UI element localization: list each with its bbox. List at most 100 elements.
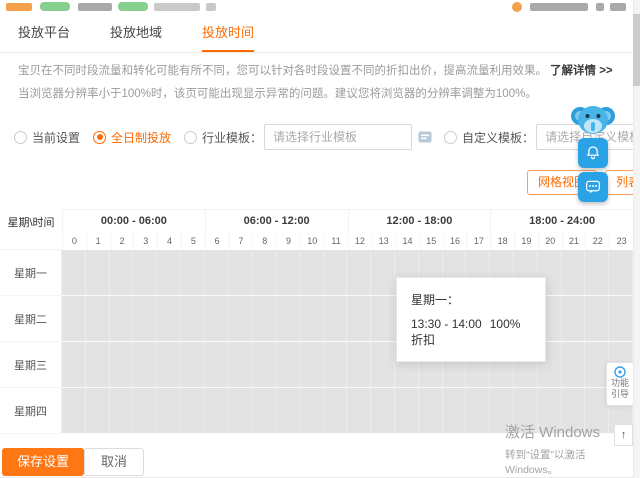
save-settings-button[interactable]: 保存设置	[2, 448, 85, 476]
schedule-corner-cell: 星期\时间	[0, 209, 62, 250]
schedule-cell[interactable]	[62, 342, 86, 388]
schedule-cell[interactable]	[204, 250, 229, 296]
radio-industry-template[interactable]	[184, 130, 198, 144]
schedule-cell[interactable]	[109, 250, 134, 296]
topbar-fragment	[118, 2, 148, 11]
learn-more-link[interactable]: 了解详情 >>	[550, 65, 613, 77]
schedule-cell[interactable]	[371, 388, 396, 434]
schedule-cell[interactable]	[109, 296, 134, 342]
elephant-mascot-icon	[571, 106, 615, 134]
schedule-cell[interactable]	[371, 342, 396, 388]
schedule-cell[interactable]	[133, 388, 158, 434]
schedule-cell[interactable]	[585, 296, 610, 342]
schedule-cell[interactable]	[157, 388, 181, 434]
schedule-cell[interactable]	[85, 250, 110, 296]
tab-time[interactable]: 投放时间	[202, 13, 255, 52]
schedule-cell[interactable]	[204, 388, 229, 434]
schedule-cell[interactable]	[228, 388, 253, 434]
schedule-cell[interactable]	[85, 388, 110, 434]
topbar-fragment	[512, 2, 522, 12]
schedule-cell[interactable]	[180, 388, 205, 434]
back-to-top-button[interactable]: ↑	[614, 424, 633, 446]
schedule-cell[interactable]	[561, 250, 586, 296]
schedule-cell[interactable]	[299, 388, 324, 434]
schedule-cell[interactable]	[609, 296, 633, 342]
industry-template-select[interactable]: 请选择行业模板	[264, 124, 413, 150]
schedule-cell[interactable]	[323, 342, 348, 388]
schedule-cell[interactable]	[276, 342, 300, 388]
schedule-cell[interactable]	[204, 342, 229, 388]
schedule-cell[interactable]	[252, 296, 277, 342]
customer-service-chat-button[interactable]	[578, 172, 608, 202]
schedule-cell[interactable]	[228, 342, 253, 388]
tab-platform[interactable]: 投放平台	[18, 13, 70, 52]
schedule-cell[interactable]	[276, 388, 300, 434]
schedule-cell[interactable]	[347, 250, 372, 296]
template-badge-icon[interactable]	[418, 130, 432, 144]
option-current-setting: 当前设置	[14, 129, 80, 146]
schedule-cell[interactable]	[180, 296, 205, 342]
schedule-cell[interactable]	[442, 388, 467, 434]
hour-label: 21	[561, 232, 586, 250]
cancel-button[interactable]: 取消	[84, 448, 145, 476]
vertical-scrollbar-thumb[interactable]	[633, 14, 640, 86]
tab-bar: 投放平台 投放地域 投放时间	[0, 13, 640, 53]
schedule-cell[interactable]	[180, 250, 205, 296]
schedule-cell[interactable]	[62, 250, 86, 296]
schedule-cell[interactable]	[85, 296, 110, 342]
schedule-cell[interactable]	[204, 296, 229, 342]
schedule-cell[interactable]	[276, 296, 300, 342]
schedule-cell[interactable]	[252, 388, 277, 434]
schedule-cell[interactable]	[347, 342, 372, 388]
schedule-cell[interactable]	[62, 388, 86, 434]
schedule-cell[interactable]	[466, 388, 491, 434]
schedule-cell[interactable]	[418, 388, 443, 434]
schedule-cell[interactable]	[347, 388, 372, 434]
topbar-fragment	[40, 2, 70, 11]
schedule-cell[interactable]	[228, 250, 253, 296]
day-cells	[62, 250, 633, 296]
radio-full-day[interactable]	[93, 130, 107, 144]
schedule-cell[interactable]	[133, 250, 158, 296]
feature-guide-panel[interactable]: 功能 引导	[606, 362, 633, 406]
schedule-cell[interactable]	[371, 250, 396, 296]
schedule-cell[interactable]	[371, 296, 396, 342]
schedule-cell[interactable]	[299, 250, 324, 296]
schedule-cell[interactable]	[62, 296, 86, 342]
schedule-cell[interactable]	[299, 342, 324, 388]
time-group-header: 12:00 - 18:00	[347, 210, 491, 232]
schedule-cell[interactable]	[347, 296, 372, 342]
hour-label: 8	[252, 232, 276, 250]
schedule-cell[interactable]	[299, 296, 324, 342]
schedule-cell[interactable]	[228, 296, 253, 342]
schedule-cell[interactable]	[180, 342, 205, 388]
schedule-cell[interactable]	[157, 342, 181, 388]
schedule-cell[interactable]	[323, 250, 348, 296]
schedule-cell[interactable]	[109, 388, 134, 434]
hour-label: 9	[276, 232, 300, 250]
schedule-cell[interactable]	[252, 342, 277, 388]
schedule-cell[interactable]	[85, 342, 110, 388]
notice-line-2: 当浏览器分辨率小于100%时，该页可能出现显示异常的问题。建议您将浏览器的分辨率…	[18, 88, 537, 100]
schedule-cell[interactable]	[157, 250, 181, 296]
schedule-cell[interactable]	[395, 388, 419, 434]
notice-line-1: 宝贝在不同时段流量和转化可能有所不同，您可以针对各时段设置不同的折扣出价，提高流…	[18, 60, 616, 83]
schedule-cell[interactable]	[157, 296, 181, 342]
tab-region[interactable]: 投放地域	[110, 13, 162, 52]
schedule-cell[interactable]	[323, 296, 348, 342]
schedule-cell[interactable]	[561, 296, 586, 342]
schedule-cell[interactable]	[109, 342, 134, 388]
schedule-cell[interactable]	[585, 250, 610, 296]
schedule-cell[interactable]	[252, 250, 277, 296]
topbar-fragment	[6, 3, 32, 11]
hour-label: 1	[85, 232, 110, 250]
schedule-cell[interactable]	[561, 342, 586, 388]
schedule-cell[interactable]	[276, 250, 300, 296]
notification-bell-button[interactable]	[578, 138, 608, 168]
radio-custom-template[interactable]	[444, 130, 458, 144]
schedule-cell[interactable]	[133, 342, 158, 388]
radio-current-setting[interactable]	[14, 130, 27, 144]
schedule-cell[interactable]	[133, 296, 158, 342]
schedule-cell[interactable]	[609, 250, 633, 296]
schedule-cell[interactable]	[323, 388, 348, 434]
